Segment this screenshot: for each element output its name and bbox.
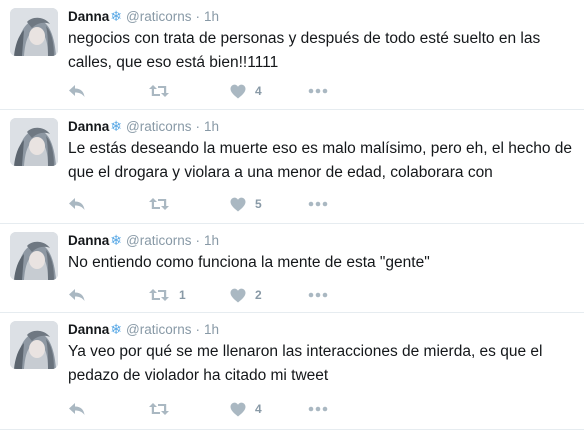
avatar[interactable]	[10, 321, 58, 369]
tweet[interactable]: Danna❄ @raticorns · 1h Ya veo por qué se me…	[0, 313, 584, 430]
display-name[interactable]: Danna	[68, 119, 109, 134]
heart-icon	[230, 288, 246, 303]
like-button[interactable]: 4	[230, 400, 262, 418]
snowflake-emoji: ❄	[110, 232, 122, 248]
reply-button[interactable]	[68, 195, 86, 213]
more-dots-icon	[308, 292, 328, 298]
tweet-text: No entiendo como funciona la mente de es…	[68, 254, 430, 271]
tweet-text: Le estás deseando la muerte eso es malo …	[68, 140, 573, 181]
snowflake-emoji: ❄	[110, 321, 122, 337]
more-dots-icon	[308, 88, 328, 94]
more-dots-icon	[308, 406, 328, 412]
timestamp[interactable]: 1h	[204, 9, 219, 24]
snowflake-emoji: ❄	[110, 118, 122, 134]
retweet-icon	[148, 287, 170, 303]
tweet[interactable]: Danna❄ @raticorns · 1h Le estás deseando la…	[0, 110, 584, 224]
tweet-text: Ya veo por qué se me llenaron las intera…	[68, 343, 543, 384]
user-handle[interactable]: @raticorns	[126, 233, 191, 248]
tweet-header: Danna❄ @raticorns · 1h	[68, 320, 219, 338]
retweet-icon	[148, 83, 170, 99]
separator-dot: ·	[195, 233, 200, 248]
like-button[interactable]: 4	[230, 82, 262, 100]
display-name[interactable]: Danna	[68, 233, 109, 248]
reply-button[interactable]	[68, 82, 86, 100]
like-button[interactable]: 5	[230, 195, 262, 213]
retweet-button[interactable]: 1	[148, 286, 186, 304]
user-handle[interactable]: @raticorns	[126, 119, 191, 134]
more-button[interactable]	[308, 82, 328, 100]
like-count: 4	[255, 402, 262, 416]
separator-dot: ·	[195, 119, 200, 134]
reply-button[interactable]	[68, 286, 86, 304]
tweet-header: Danna❄ @raticorns · 1h	[68, 231, 219, 249]
tweet[interactable]: Danna❄ @raticorns · 1h No entiendo como fun…	[0, 224, 584, 313]
display-name[interactable]: Danna	[68, 322, 109, 337]
reply-icon	[68, 83, 86, 99]
like-count: 5	[255, 197, 262, 211]
more-button[interactable]	[308, 195, 328, 213]
retweet-button[interactable]	[148, 400, 179, 418]
more-button[interactable]	[308, 400, 328, 418]
like-count: 2	[255, 288, 262, 302]
retweet-count: 1	[179, 288, 186, 302]
user-handle[interactable]: @raticorns	[126, 322, 191, 337]
more-button[interactable]	[308, 286, 328, 304]
tweet[interactable]: Danna❄ @raticorns · 1h negocios con trata d…	[0, 0, 584, 110]
timestamp[interactable]: 1h	[204, 233, 219, 248]
reply-icon	[68, 401, 86, 417]
timeline: Danna❄ @raticorns · 1h negocios con trata d…	[0, 0, 584, 430]
heart-icon	[230, 197, 246, 212]
reply-icon	[68, 196, 86, 212]
retweet-icon	[148, 401, 170, 417]
snowflake-emoji: ❄	[110, 8, 122, 24]
separator-dot: ·	[195, 322, 200, 337]
like-button[interactable]: 2	[230, 286, 262, 304]
more-dots-icon	[308, 201, 328, 207]
tweet-header: Danna❄ @raticorns · 1h	[68, 7, 219, 25]
avatar[interactable]	[10, 232, 58, 280]
timestamp[interactable]: 1h	[204, 119, 219, 134]
timestamp[interactable]: 1h	[204, 322, 219, 337]
like-count: 4	[255, 84, 262, 98]
retweet-button[interactable]	[148, 195, 179, 213]
separator-dot: ·	[195, 9, 200, 24]
heart-icon	[230, 84, 246, 99]
avatar[interactable]	[10, 118, 58, 166]
retweet-icon	[148, 196, 170, 212]
tweet-text: negocios con trata de personas y después…	[68, 30, 541, 71]
heart-icon	[230, 402, 246, 417]
display-name[interactable]: Danna	[68, 9, 109, 24]
user-handle[interactable]: @raticorns	[126, 9, 191, 24]
reply-icon	[68, 287, 86, 303]
retweet-button[interactable]	[148, 82, 179, 100]
avatar[interactable]	[10, 8, 58, 56]
tweet-header: Danna❄ @raticorns · 1h	[68, 117, 219, 135]
reply-button[interactable]	[68, 400, 86, 418]
